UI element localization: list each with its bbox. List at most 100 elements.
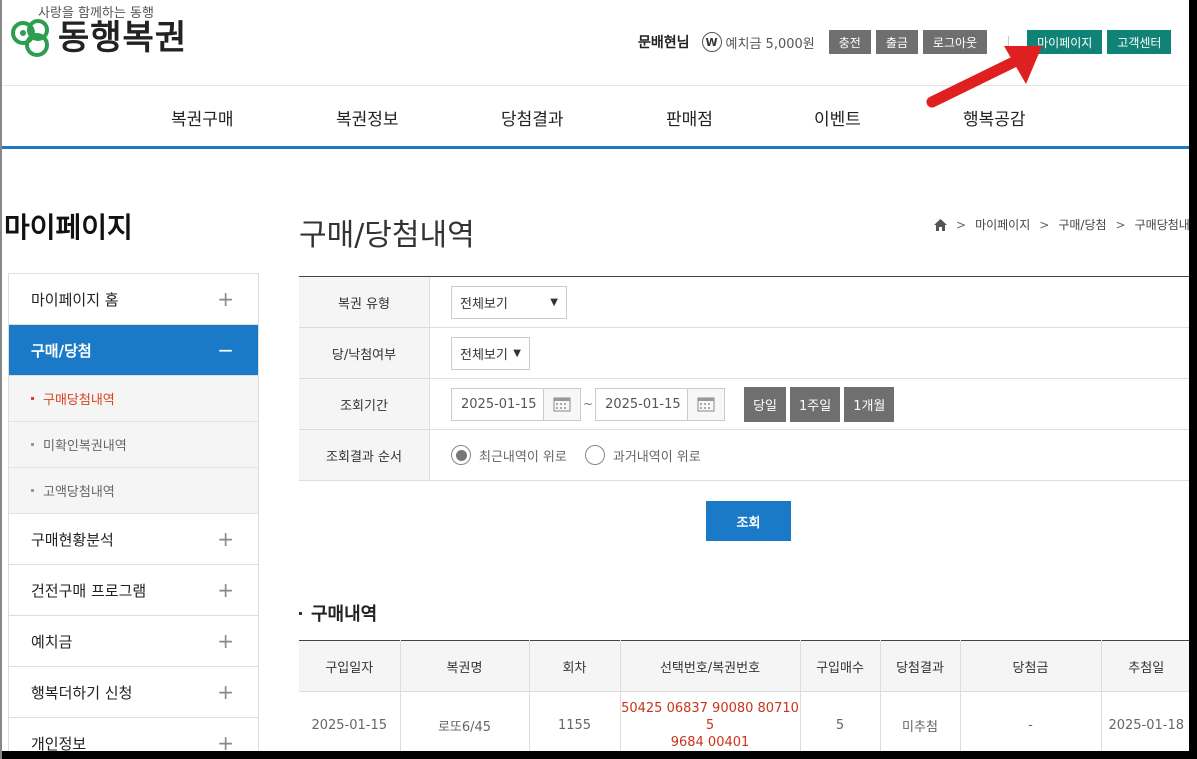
form-label: 당/낙첨여부 <box>299 328 430 378</box>
sidebar-sub-label: 구매당첨내역 <box>43 393 115 408</box>
utility-bar: 문배현님 W 예치금 5,000원 충전 출금 로그아웃 마이페이지 고객센터 <box>638 30 1176 54</box>
form-label: 조회결과 순서 <box>299 430 430 480</box>
chevron-right-icon: > <box>1115 217 1126 232</box>
sidebar-item-label: 구매현황분석 <box>31 530 114 549</box>
radio-label[interactable]: 최근내역이 위로 <box>479 446 567 465</box>
expand-icon: + <box>217 731 234 755</box>
sidebar-item-mypage-home[interactable]: 마이페이지 홈 + <box>9 274 258 325</box>
period-month-button[interactable]: 1개월 <box>844 386 895 422</box>
won-coin-icon: W <box>701 32 722 52</box>
support-button[interactable]: 고객센터 <box>1107 30 1172 54</box>
section-title-text: 구매내역 <box>311 604 378 625</box>
section-title: 구매내역 <box>299 600 377 626</box>
form-row-period: 조회기간 2025-01-15 ~ 2025-01-15 당일 1주일 1개월 <box>299 379 1197 430</box>
breadcrumb-item[interactable]: 구매/당첨 <box>1058 216 1106 233</box>
sidebar-title: 마이페이지 <box>4 211 133 244</box>
form-row-order: 조회결과 순서 최근내역이 위로 과거내역이 위로 <box>299 430 1197 481</box>
breadcrumb-item: 구매당첨내 <box>1134 218 1190 232</box>
breadcrumb: > 마이페이지 > 구매/당첨 > 구매당첨내 <box>934 216 1190 233</box>
expand-icon: + <box>217 680 234 704</box>
date-value: 2025-01-15 <box>605 396 681 412</box>
column-header: 복권명 <box>400 640 530 692</box>
cell-numbers[interactable]: 50425 06837 90080 80710 5 9684 00401 <box>620 691 801 759</box>
sidebar-sub-unchecked[interactable]: 미확인복권내역 <box>9 422 258 468</box>
date-from-field[interactable]: 2025-01-15 <box>451 387 581 421</box>
form-label: 복권 유형 <box>299 277 430 327</box>
sidebar-item-purchase-win[interactable]: 구매/당첨 − <box>9 325 258 376</box>
sidebar-sub-label: 고액당첨내역 <box>43 485 115 500</box>
nav-events[interactable]: 이벤트 <box>814 105 861 130</box>
radio-label[interactable]: 과거내역이 위로 <box>613 446 701 465</box>
brand-name: 동행복권 <box>58 18 188 58</box>
sidebar-item-healthy-program[interactable]: 건전구매 프로그램 + <box>9 565 258 616</box>
sidebar-item-label: 예치금 <box>31 632 73 651</box>
column-header: 구입일자 <box>299 640 401 692</box>
sidebar-item-label: 구매/당첨 <box>31 341 92 360</box>
select-value: 전체보기 <box>460 296 508 312</box>
period-week-button[interactable]: 1주일 <box>789 386 841 422</box>
nav-lottery-purchase[interactable]: 복권구매 <box>171 105 234 130</box>
lottery-type-select[interactable]: 전체보기 ▼ <box>451 285 567 319</box>
sidebar-item-deposit[interactable]: 예치금 + <box>9 616 258 667</box>
deposit-balance: 예치금 5,000원 <box>725 36 815 52</box>
expand-icon: + <box>217 527 234 551</box>
search-form: 복권 유형 전체보기 ▼ 당/낙첨여부 전체보기 ▼ 조회기간 2025-01-… <box>299 276 1197 481</box>
sidebar-item-label: 건전구매 프로그램 <box>31 581 147 600</box>
order-recent-radio[interactable] <box>451 445 471 465</box>
cell-name: 로또6/45 <box>400 691 530 759</box>
column-header: 당첨금 <box>960 640 1102 692</box>
sidebar-item-analysis[interactable]: 구매현황분석 + <box>9 514 258 565</box>
cell-round: 1155 <box>529 691 621 759</box>
home-icon[interactable] <box>934 218 947 231</box>
period-today-button[interactable]: 당일 <box>744 386 786 422</box>
nav-stores[interactable]: 판매점 <box>666 105 713 130</box>
nav-lottery-info[interactable]: 복권정보 <box>336 105 399 130</box>
caret-down-icon: ▼ <box>513 347 521 359</box>
caret-down-icon: ▼ <box>550 296 558 308</box>
date-to-field[interactable]: 2025-01-15 <box>595 387 726 421</box>
cell-count: 5 <box>800 691 881 759</box>
search-button[interactable]: 조회 <box>706 501 791 541</box>
bullet-icon <box>31 397 34 400</box>
column-header: 추첨일 <box>1101 640 1191 692</box>
expand-icon: + <box>217 629 234 653</box>
sidebar-menu: 마이페이지 홈 + 구매/당첨 − 구매당첨내역 미확인복권내역 고액당첨내역 … <box>8 273 259 759</box>
form-label: 조회기간 <box>299 379 430 429</box>
win-status-select[interactable]: 전체보기 ▼ <box>451 336 530 370</box>
sidebar-sub-purchase-history[interactable]: 구매당첨내역 <box>9 376 258 422</box>
bullet-icon <box>31 489 34 492</box>
form-row-win: 당/낙첨여부 전체보기 ▼ <box>299 328 1197 379</box>
nav-results[interactable]: 당첨결과 <box>501 105 564 130</box>
chevron-right-icon: > <box>956 217 967 232</box>
breadcrumb-item[interactable]: 마이페이지 <box>975 216 1030 233</box>
cell-prize: - <box>960 691 1102 759</box>
sidebar-item-label: 행복더하기 신청 <box>31 683 133 702</box>
sidebar-sub-high-prize[interactable]: 고액당첨내역 <box>9 468 258 514</box>
range-separator: ~ <box>583 397 594 411</box>
order-past-radio[interactable] <box>584 445 605 465</box>
sidebar-item-label: 마이페이지 홈 <box>31 290 119 309</box>
calendar-icon[interactable] <box>543 388 580 420</box>
sidebar-item-happiness-plus[interactable]: 행복더하기 신청 + <box>9 667 258 718</box>
charge-button[interactable]: 충전 <box>828 30 871 54</box>
column-header: 회차 <box>529 640 621 692</box>
column-header: 구입매수 <box>800 640 881 692</box>
date-value: 2025-01-15 <box>461 396 537 412</box>
table-row[interactable]: 2025-01-15 로또6/45 1155 50425 06837 90080… <box>299 691 1191 759</box>
calendar-icon[interactable] <box>687 388 725 420</box>
sidebar-item-label: 개인정보 <box>31 734 87 753</box>
sidebar-item-personal-info[interactable]: 개인정보 + <box>9 718 258 759</box>
numbers-line: 50425 06837 90080 80710 5 <box>621 701 799 734</box>
select-value: 전체보기 <box>460 347 508 363</box>
numbers-line: 9684 00401 <box>670 735 750 751</box>
bullet-icon <box>31 443 34 446</box>
logo[interactable]: 동행복권 <box>10 18 187 58</box>
user-name: 문배현님 <box>638 35 690 51</box>
red-arrow-icon <box>926 46 1042 108</box>
sidebar-sub-label: 미확인복권내역 <box>43 439 127 454</box>
cell-result: 미추첨 <box>880 691 961 759</box>
table-header-row: 구입일자 복권명 회차 선택번호/복권번호 구입매수 당첨결과 당첨금 추첨일 <box>299 640 1191 692</box>
withdraw-button[interactable]: 출금 <box>875 30 918 54</box>
column-header: 선택번호/복권번호 <box>620 640 801 692</box>
clover-logo-icon <box>10 18 52 58</box>
